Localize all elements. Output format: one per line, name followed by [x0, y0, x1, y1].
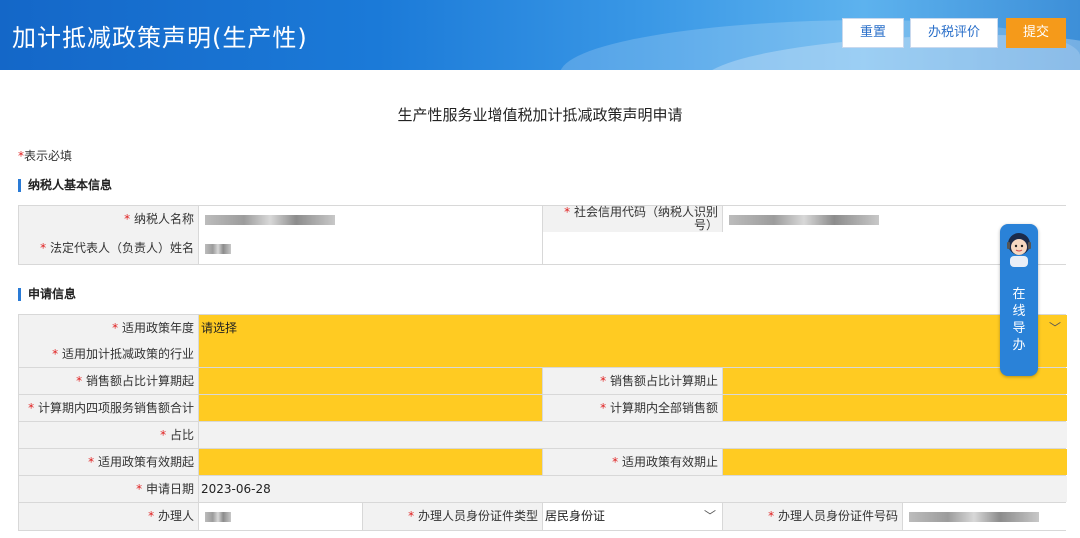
handler-label: * 办理人	[19, 503, 199, 530]
chevron-down-icon: ﹀	[1048, 321, 1061, 335]
chevron-down-icon: ﹀	[703, 509, 716, 523]
redacted-value	[205, 511, 231, 522]
ratio-label: * 占比	[19, 422, 199, 448]
submit-button[interactable]: 提交	[1006, 18, 1066, 48]
id-type-select[interactable]: 居民身份证 ﹀	[543, 503, 723, 530]
table-row: * 纳税人名称 * 社会信用代码（纳税人识别 号）	[18, 205, 1067, 232]
apply-date-value: 2023-06-28	[199, 476, 1067, 502]
table-row: * 占比	[18, 422, 1067, 449]
table-row: * 适用政策年度 请选择 ﹀	[18, 314, 1067, 341]
sales-start-label: * 销售额占比计算期起	[19, 368, 199, 394]
id-type-label: * 办理人员身份证件类型	[363, 503, 543, 530]
legal-rep-value	[199, 232, 543, 264]
ratio-value	[199, 422, 1067, 448]
apply-date-label: * 申请日期	[19, 476, 199, 502]
table-row: * 适用加计抵减政策的行业	[18, 341, 1067, 368]
valid-start-label: * 适用政策有效期起	[19, 449, 199, 475]
id-number-label: * 办理人员身份证件号码	[723, 503, 903, 530]
industry-label: * 适用加计抵减政策的行业	[19, 341, 199, 367]
evaluate-button[interactable]: 办税评价	[910, 18, 998, 48]
handler-input[interactable]	[199, 503, 363, 530]
online-guide-button[interactable]: 在线导办	[1000, 224, 1038, 376]
sales-start-input[interactable]	[199, 368, 543, 394]
total-sales-input[interactable]	[723, 395, 1067, 421]
policy-year-select[interactable]: 请选择 ﹀	[199, 315, 1067, 341]
four-services-label: * 计算期内四项服务销售额合计	[19, 395, 199, 421]
redacted-value	[205, 243, 231, 254]
total-sales-label: * 计算期内全部销售额	[543, 395, 723, 421]
taxpayer-name-value	[199, 206, 543, 232]
redacted-value	[205, 214, 335, 225]
table-row: * 计算期内四项服务销售额合计 * 计算期内全部销售额	[18, 395, 1067, 422]
policy-year-label: * 适用政策年度	[19, 315, 199, 341]
sales-end-label: * 销售额占比计算期止	[543, 368, 723, 394]
taxpayer-name-label: * 纳税人名称	[19, 206, 199, 232]
four-services-input[interactable]	[199, 395, 543, 421]
form-title: 生产性服务业增值税加计抵减政策声明申请	[397, 106, 683, 124]
page-title: 加计抵减政策声明(生产性)	[12, 24, 308, 52]
online-guide-label: 在线导办	[1012, 287, 1026, 353]
id-number-input[interactable]	[903, 503, 1067, 530]
table-row: * 销售额占比计算期起 * 销售额占比计算期止	[18, 368, 1067, 395]
redacted-value	[729, 214, 879, 225]
credit-code-label: * 社会信用代码（纳税人识别 号）	[543, 206, 723, 232]
section-heading-basic: 纳税人基本信息	[18, 179, 112, 192]
table-row: * 申请日期 2023-06-28	[18, 476, 1067, 503]
section-heading-apply: 申请信息	[18, 288, 76, 301]
legal-rep-label: * 法定代表人（负责人）姓名	[19, 232, 199, 264]
table-row: * 适用政策有效期起 * 适用政策有效期止	[18, 449, 1067, 476]
page-header: 加计抵减政策声明(生产性) 重置 办税评价 提交	[0, 0, 1080, 70]
valid-start-input[interactable]	[199, 449, 543, 475]
redacted-value	[909, 511, 1039, 522]
valid-end-input[interactable]	[723, 449, 1067, 475]
industry-input[interactable]	[199, 341, 1067, 367]
table-row: * 法定代表人（负责人）姓名	[18, 232, 1067, 265]
valid-end-label: * 适用政策有效期止	[543, 449, 723, 475]
empty-cell	[543, 232, 1067, 264]
agent-avatar-icon	[1007, 233, 1031, 267]
table-row: * 办理人 * 办理人员身份证件类型 居民身份证 ﹀ * 办理人员身份证件号码	[18, 503, 1067, 531]
reset-button[interactable]: 重置	[842, 18, 904, 48]
required-note: *表示必填	[18, 149, 73, 163]
